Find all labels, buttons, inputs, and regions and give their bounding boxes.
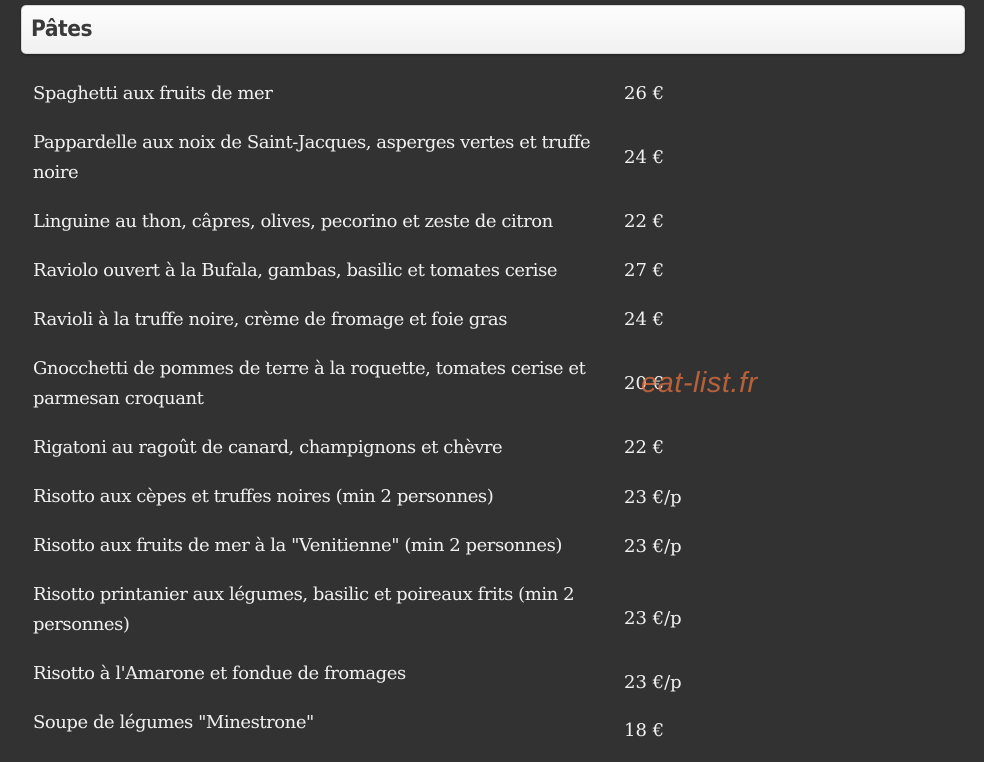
menu-item-name: Raviolo ouvert à la Bufala, gambas, basi… xyxy=(33,260,558,281)
menu-item-price: 24 € xyxy=(624,147,665,168)
menu-item-name: Risotto aux cèpes et truffes noires (min… xyxy=(33,486,494,507)
menu-item-name: Gnocchetti de pommes de terre à la roque… xyxy=(33,358,586,409)
menu-page: Pâtes Spaghetti aux fruits de mer 26 € P… xyxy=(0,0,984,762)
menu-item-name: Ravioli à la truffe noire, crème de from… xyxy=(33,309,507,330)
menu-item-price: 23 €/p xyxy=(624,536,682,557)
menu-item-price: 23 €/p xyxy=(624,487,682,508)
menu-item-price: 23 €/p xyxy=(624,608,682,629)
menu-item-name: Risotto printanier aux légumes, basilic … xyxy=(33,584,575,635)
menu-item-name: Pappardelle aux noix de Saint-Jacques, a… xyxy=(33,132,591,183)
watermark: eat-list.fr xyxy=(641,367,758,399)
menu-item-name: Risotto aux fruits de mer à la "Venitien… xyxy=(33,535,562,556)
menu-item-price: 24 € xyxy=(624,309,665,330)
menu-list: Spaghetti aux fruits de mer 26 € Pappard… xyxy=(0,0,984,762)
menu-item-price: 23 €/p xyxy=(624,672,682,693)
menu-item-name: Rigatoni au ragoût de canard, champignon… xyxy=(33,437,503,458)
menu-item-price: 27 € xyxy=(624,260,665,281)
menu-item-name: Spaghetti aux fruits de mer xyxy=(33,83,273,104)
menu-item-price: 22 € xyxy=(624,437,665,458)
menu-item-name: Linguine au thon, câpres, olives, pecori… xyxy=(33,211,553,232)
menu-item-price: 18 € xyxy=(624,720,665,741)
menu-item-name: Soupe de légumes "Minestrone" xyxy=(33,712,314,733)
menu-item-name: Risotto à l'Amarone et fondue de fromage… xyxy=(33,663,406,684)
menu-item-price: 22 € xyxy=(624,211,665,232)
menu-item-price: 26 € xyxy=(624,83,665,104)
